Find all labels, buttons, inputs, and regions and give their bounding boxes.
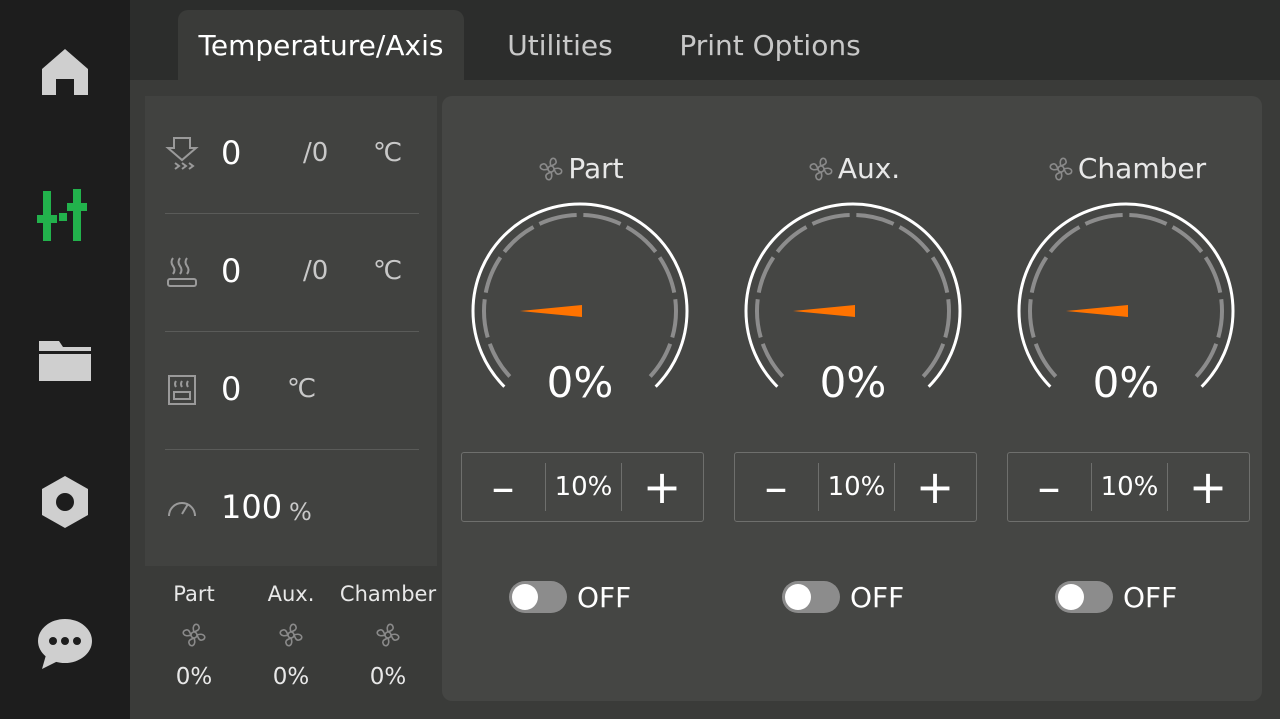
settings-nut-icon [42,476,88,528]
toggle-label: OFF [1123,580,1178,614]
toggle-knob [1058,584,1084,610]
fan-title: Part [457,152,703,185]
nav-messages[interactable] [25,604,105,684]
home-icon [42,49,88,95]
fan-speed-value: 0% [1092,358,1160,407]
nav-files[interactable] [25,320,105,400]
nozzle-temp-row[interactable]: 0 /0 ℃ [165,96,419,214]
chamber-current-temp: 0 [221,370,242,408]
sliders-icon [37,189,87,241]
fan-title-label: Part [568,152,624,185]
nav-settings[interactable] [25,462,105,542]
bed-temp-unit: ℃ [373,256,403,286]
bed-current-temp: 0 [221,252,242,290]
fan-part: Part 0% – 10% + OFF [457,96,704,701]
fan-icon [1049,156,1073,181]
increase-button[interactable]: + [894,453,976,521]
fan-title: Chamber [1003,152,1249,185]
fan-control-panel: Part 0% – 10% + OFF Aux. 0% – 10% + OFF … [442,96,1262,701]
decrease-button[interactable]: – [1008,453,1090,521]
heated-bed-icon [167,257,197,287]
toggle-label: OFF [850,580,905,614]
nozzle-temp-unit: ℃ [373,138,403,168]
step-value[interactable]: 10% [819,453,894,521]
temperature-status-panel: 0 /0 ℃ 0 /0 ℃ 0 ℃ 100 % [145,96,437,566]
print-speed-value: 100 [221,488,283,526]
fan-title-label: Chamber [1077,152,1207,185]
chamber-temp-unit: ℃ [287,374,317,404]
print-speed-unit: % [289,498,312,526]
nozzle-current-temp: 0 [221,134,242,172]
bed-temp-row[interactable]: 0 /0 ℃ [165,214,419,332]
decrease-button[interactable]: – [462,453,544,521]
fan-summary-part: Part 0% [145,582,243,690]
fan-chamber: Chamber 0% – 10% + OFF [1003,96,1250,701]
toggle-switch[interactable] [782,581,840,613]
chamber-temp-row: 0 ℃ [165,332,419,450]
fan-icon [539,156,563,181]
tab-temperature-axis[interactable]: Temperature/Axis [178,10,464,80]
fan-summary: Part 0% Aux. 0% Chamber 0% [145,566,437,706]
nav-controls[interactable] [25,175,105,255]
fan-summary-value: 0% [175,664,213,690]
fan-summary-chamber: Chamber 0% [339,582,437,690]
step-value[interactable]: 10% [546,453,621,521]
nozzle-icon [165,137,199,170]
chamber-icon [168,375,196,405]
toggle-knob [785,584,811,610]
fan-step-stepper: – 10% + [1007,452,1250,522]
fan-title: Aux. [730,152,976,185]
increase-button[interactable]: + [621,453,703,521]
fan-step-stepper: – 10% + [461,452,704,522]
fan-summary-value: 0% [272,664,310,690]
folder-icon [39,341,91,381]
fan-toggle[interactable]: OFF [782,580,904,614]
fan-step-stepper: – 10% + [734,452,977,522]
fan-speed-value: 0% [546,358,614,407]
main-area: Temperature/Axis Utilities Print Options… [130,0,1280,719]
tab-utilities[interactable]: Utilities [490,10,630,80]
increase-button[interactable]: + [1167,453,1249,521]
fan-summary-label: Aux. [267,582,315,606]
fan-icon [182,623,206,647]
fan-aux: Aux. 0% – 10% + OFF [730,96,977,701]
toggle-label: OFF [577,580,632,614]
fan-icon [376,623,400,647]
nav-home[interactable] [25,32,105,112]
fan-toggle[interactable]: OFF [1055,580,1177,614]
sidebar [0,0,130,719]
step-value[interactable]: 10% [1092,453,1167,521]
bed-target-temp: /0 [303,256,329,286]
fan-icon [809,156,833,181]
chat-icon [38,619,92,669]
fan-toggle[interactable]: OFF [509,580,631,614]
toggle-switch[interactable] [1055,581,1113,613]
fan-summary-aux: Aux. 0% [242,582,340,690]
decrease-button[interactable]: – [735,453,817,521]
toggle-knob [512,584,538,610]
tab-bar: Temperature/Axis Utilities Print Options [130,0,1280,80]
speed-gauge-icon [168,502,196,517]
fan-summary-value: 0% [369,664,407,690]
toggle-switch[interactable] [509,581,567,613]
nozzle-target-temp: /0 [303,138,329,168]
fan-summary-label: Chamber [339,582,437,606]
fan-speed-value: 0% [819,358,887,407]
fan-icon [279,623,303,647]
tab-print-options[interactable]: Print Options [670,10,870,80]
speed-row[interactable]: 100 % [165,450,419,568]
fan-title-label: Aux. [837,152,901,185]
fan-summary-label: Part [173,582,215,606]
